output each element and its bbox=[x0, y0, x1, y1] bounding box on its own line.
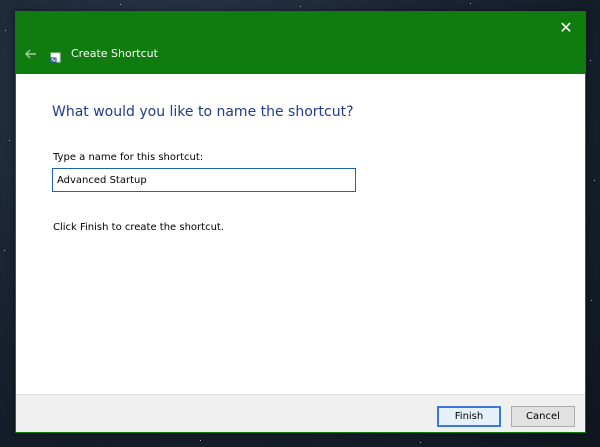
finish-button[interactable]: Finish bbox=[437, 406, 501, 427]
close-icon: ✕ bbox=[559, 18, 573, 37]
window-title: Create Shortcut bbox=[71, 47, 158, 60]
create-shortcut-dialog: ✕ Create Shortcut What would you like to… bbox=[15, 11, 586, 433]
shortcut-icon bbox=[49, 49, 63, 63]
title-bar: ✕ Create Shortcut bbox=[16, 12, 585, 74]
wizard-content: What would you like to name the shortcut… bbox=[16, 74, 585, 394]
finish-hint: Click Finish to create the shortcut. bbox=[53, 222, 225, 233]
shortcut-name-label: Type a name for this shortcut: bbox=[53, 152, 204, 163]
back-button[interactable] bbox=[22, 45, 40, 63]
back-arrow-icon bbox=[25, 49, 36, 59]
shortcut-name-input[interactable] bbox=[52, 168, 356, 192]
desktop-background: ✕ Create Shortcut What would you like to… bbox=[0, 0, 600, 447]
page-heading: What would you like to name the shortcut… bbox=[52, 104, 354, 120]
cancel-button[interactable]: Cancel bbox=[511, 406, 575, 427]
close-button[interactable]: ✕ bbox=[553, 16, 579, 40]
button-bar: Finish Cancel bbox=[16, 394, 585, 432]
